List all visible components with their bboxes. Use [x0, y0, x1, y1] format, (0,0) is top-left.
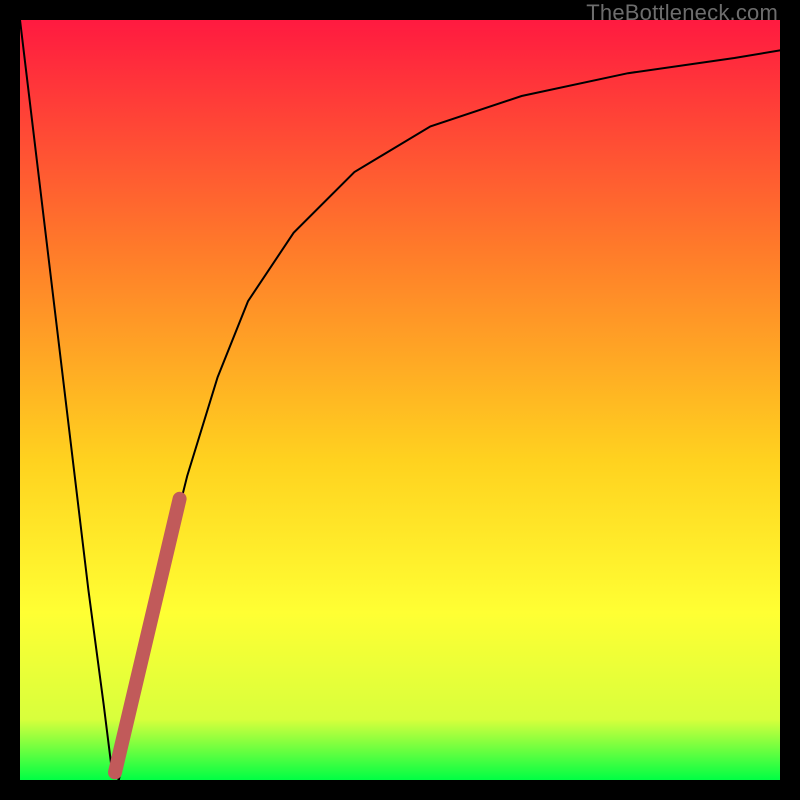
chart-frame [20, 20, 780, 780]
watermark-text: TheBottleneck.com [586, 0, 778, 26]
bottleneck-plot [20, 20, 780, 780]
